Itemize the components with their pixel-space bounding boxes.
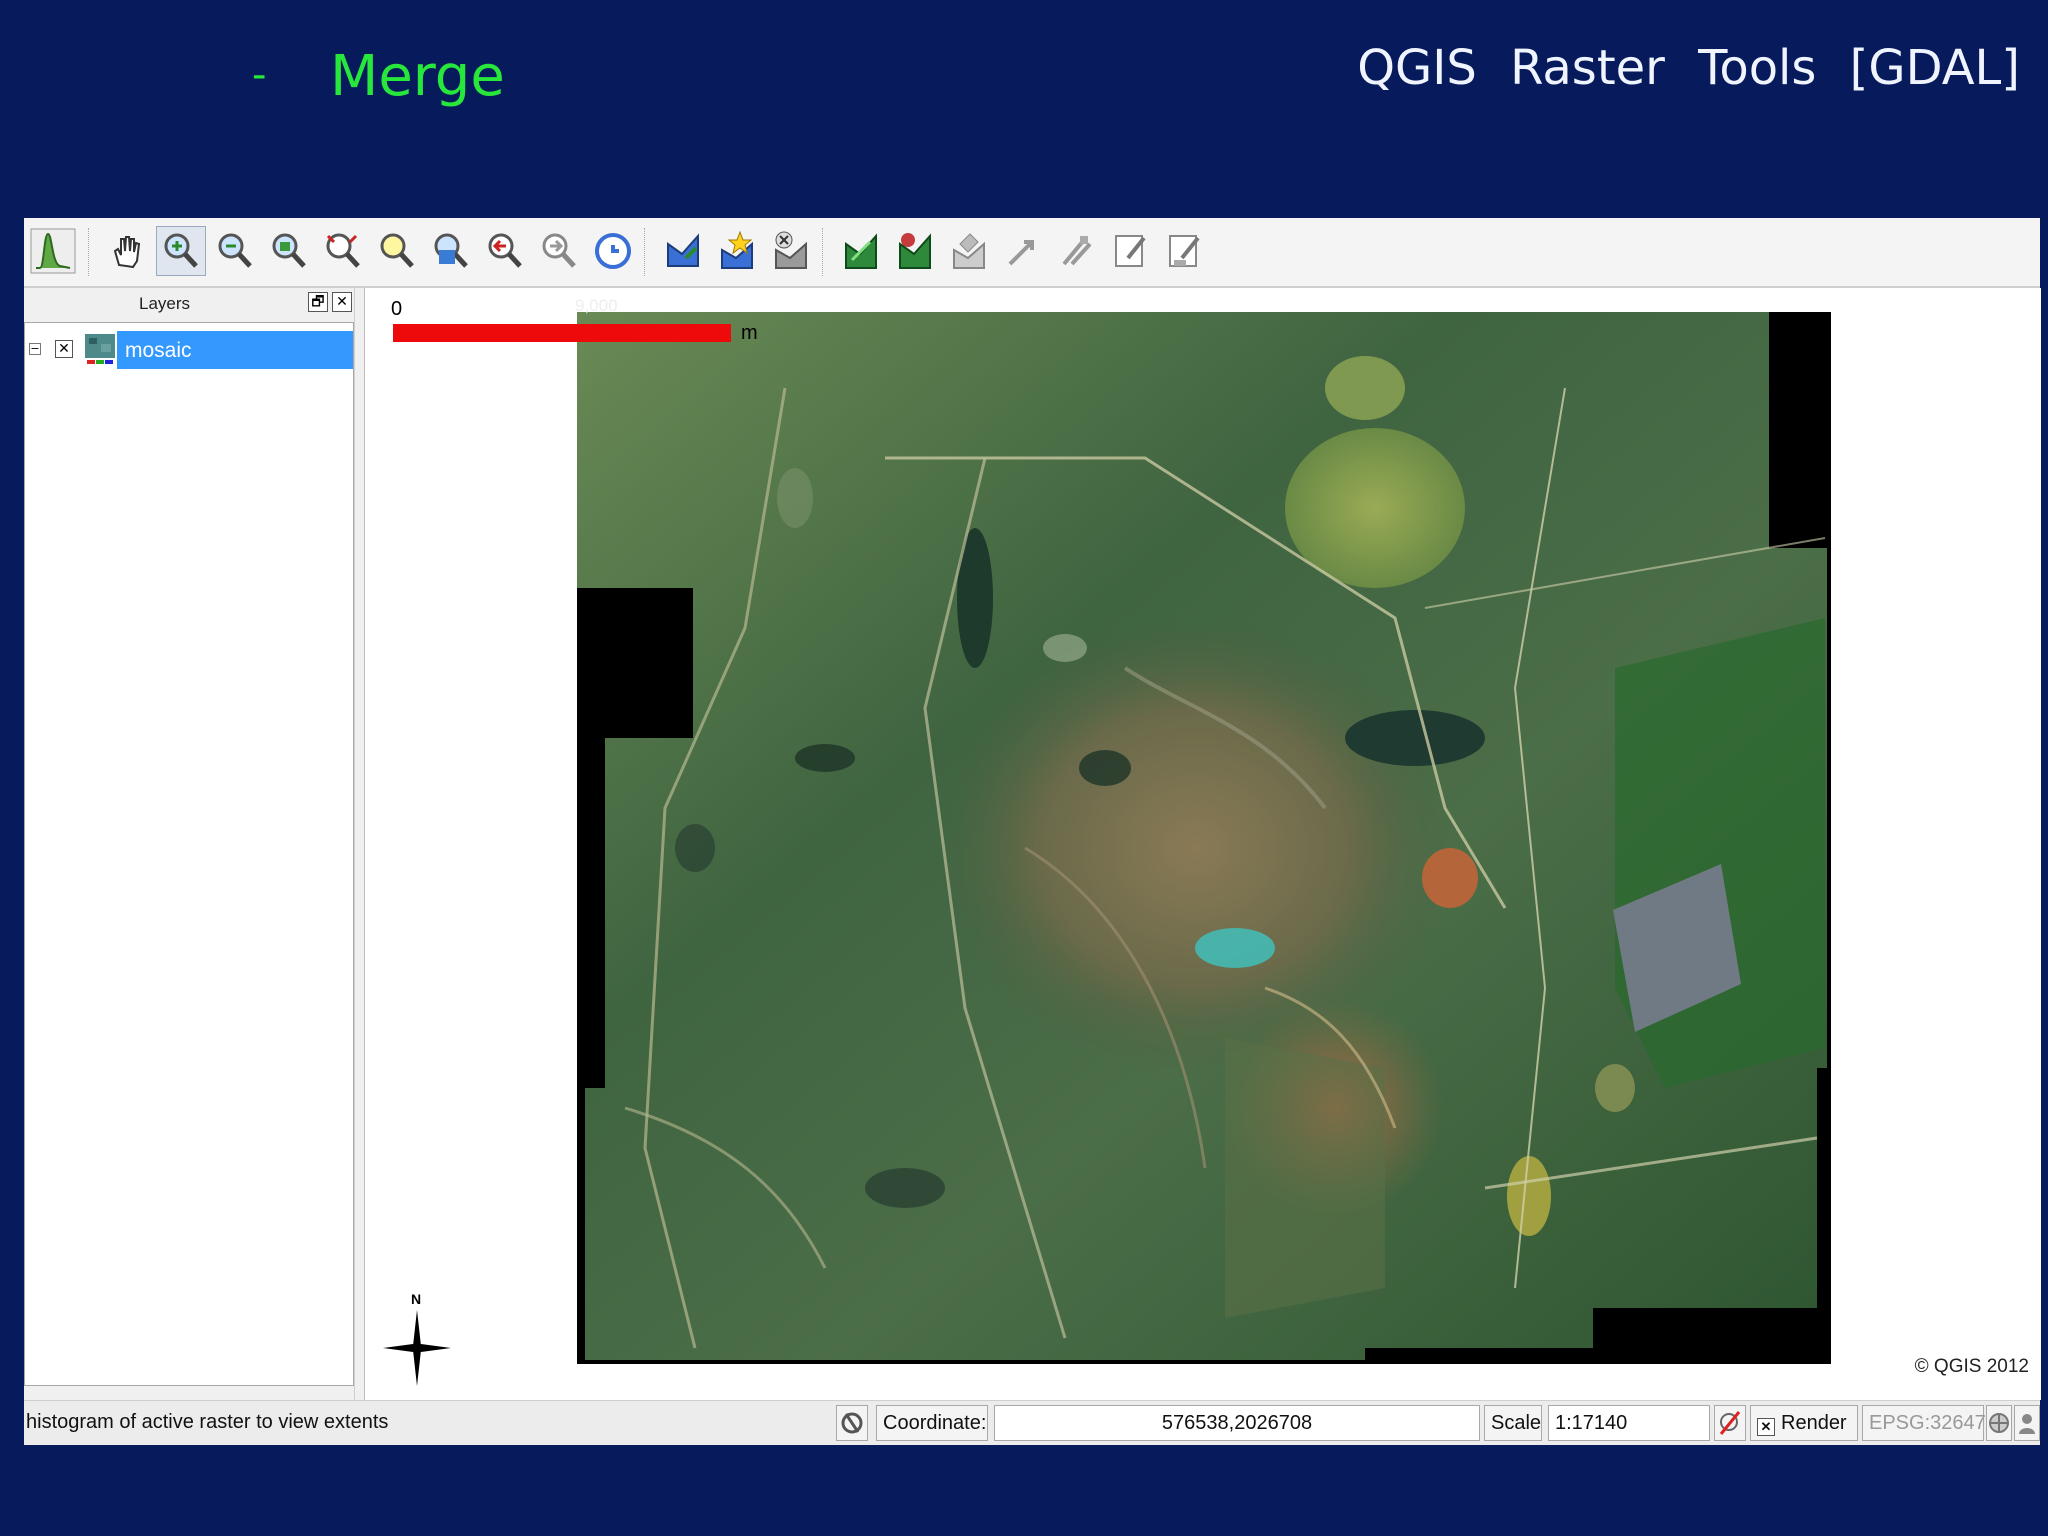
layers-tree[interactable]: − ✕ mosaic xyxy=(24,322,354,1386)
render-checkbox[interactable]: ✕ xyxy=(1757,1418,1775,1436)
digitize-icon[interactable] xyxy=(944,226,994,276)
refresh-icon[interactable] xyxy=(588,226,638,276)
zoom-full-icon[interactable] xyxy=(264,226,314,276)
zoom-out-icon[interactable] xyxy=(210,226,260,276)
histogram-stretch-icon[interactable] xyxy=(28,226,78,276)
move-feature-icon[interactable] xyxy=(998,226,1048,276)
crs-status[interactable]: EPSG:32647 xyxy=(1862,1405,1986,1441)
coordinate-toggle-icon[interactable] xyxy=(836,1405,868,1441)
scalebar-unit-label: m xyxy=(741,322,758,344)
status-message: histogram of active raster to view exten… xyxy=(26,1411,389,1433)
scalebar-zero-label: 0 xyxy=(391,298,403,320)
node-tool-icon[interactable] xyxy=(1052,226,1102,276)
map-canvas[interactable]: 0 9,000 m N © QGIS 2012 xyxy=(364,288,2041,1400)
slide-dash: - xyxy=(252,52,267,98)
status-bar: histogram of active raster to view exten… xyxy=(24,1400,2040,1445)
layer-item-mosaic[interactable]: − ✕ mosaic xyxy=(25,331,353,369)
slide-title: Merge xyxy=(330,44,505,109)
zoom-in-icon[interactable] xyxy=(156,226,206,276)
render-toggle[interactable]: ✕ Render xyxy=(1750,1405,1858,1441)
add-vector-icon[interactable] xyxy=(658,226,708,276)
collapse-icon[interactable]: − xyxy=(29,343,41,355)
north-label: N xyxy=(411,1291,421,1307)
save-edits-icon[interactable] xyxy=(1160,226,1210,276)
zoom-next-icon[interactable] xyxy=(534,226,584,276)
remove-layer-icon[interactable] xyxy=(766,226,816,276)
scale-label: Scale xyxy=(1484,1405,1542,1441)
zoom-last-icon[interactable] xyxy=(480,226,530,276)
add-wms-icon[interactable] xyxy=(890,226,940,276)
copyright-label: © QGIS 2012 xyxy=(1914,1356,2029,1377)
coordinate-label: Coordinate: xyxy=(876,1405,988,1441)
add-raster-icon[interactable] xyxy=(836,226,886,276)
scalebar xyxy=(393,324,731,342)
coordinate-field[interactable]: 576538,2026708 xyxy=(994,1405,1480,1441)
raster-mosaic-image xyxy=(577,312,1831,1364)
layers-panel-title: Layers xyxy=(139,294,191,313)
scalebar-end-label: 9,000 xyxy=(575,296,618,315)
crs-icon[interactable] xyxy=(1986,1405,2012,1441)
zoom-layer-icon[interactable] xyxy=(318,226,368,276)
layer-visibility-checkbox[interactable]: ✕ xyxy=(55,340,73,358)
scale-field[interactable]: 1:17140 xyxy=(1548,1405,1710,1441)
pan-icon[interactable] xyxy=(102,226,152,276)
layers-panel-header: Layers 🗗 ✕ xyxy=(24,288,354,318)
float-panel-icon[interactable]: 🗗 xyxy=(308,292,328,312)
stop-render-icon[interactable] xyxy=(1714,1405,1746,1441)
layer-name: mosaic xyxy=(125,339,192,362)
slide-topic: QGIS Raster Tools [GDAL] xyxy=(1357,40,2020,96)
new-bookmark-icon[interactable] xyxy=(712,226,762,276)
map-navigation-toolbar xyxy=(24,218,2040,288)
layers-panel: Layers 🗗 ✕ − ✕ mosaic xyxy=(24,288,355,1400)
qgis-window: Layers 🗗 ✕ − ✕ mosaic 0 9,000 m N © QGIS… xyxy=(24,218,2041,1445)
close-panel-icon[interactable]: ✕ xyxy=(332,292,352,312)
zoom-selection-icon[interactable] xyxy=(372,226,422,276)
toggle-edit-icon[interactable] xyxy=(1106,226,1156,276)
render-label: Render xyxy=(1781,1412,1847,1434)
messages-icon[interactable] xyxy=(2014,1405,2040,1441)
raster-layer-icon xyxy=(85,334,115,364)
zoom-native-icon[interactable] xyxy=(426,226,476,276)
north-arrow-icon: N xyxy=(383,1291,451,1386)
